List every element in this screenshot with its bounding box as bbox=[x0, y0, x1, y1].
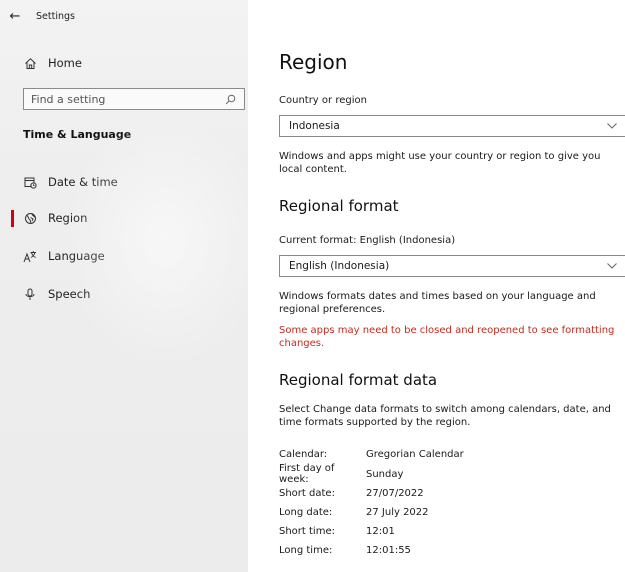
format-data-description: Select Change data formats to switch amo… bbox=[279, 404, 611, 428]
regional-format-select[interactable]: English (Indonesia) bbox=[279, 255, 625, 277]
country-description: Windows and apps might use your country … bbox=[279, 151, 601, 175]
globe-icon bbox=[23, 211, 37, 225]
format-data-key: First day of week: bbox=[279, 463, 335, 485]
title-bar: ← Settings bbox=[0, 0, 248, 32]
format-data-row: First day of week: Sunday bbox=[279, 463, 404, 485]
back-button[interactable]: ← bbox=[0, 0, 30, 32]
country-select[interactable]: Indonesia bbox=[279, 115, 625, 137]
sidebar-item-speech[interactable]: Speech bbox=[0, 283, 248, 305]
format-data-value: Gregorian Calendar bbox=[366, 448, 464, 460]
format-data-row: Long date: 27 July 2022 bbox=[279, 503, 429, 521]
regional-format-description: Windows formats dates and times based on… bbox=[279, 291, 596, 315]
format-data-value: 27 July 2022 bbox=[366, 506, 429, 518]
format-data-key: Long date: bbox=[279, 506, 333, 518]
section-title: Time & Language bbox=[23, 128, 132, 141]
format-data-row: Short date: 27/07/2022 bbox=[279, 484, 424, 502]
sidebar-home-label: Home bbox=[48, 56, 82, 70]
sidebar-item-date-time[interactable]: Date & time bbox=[0, 171, 248, 193]
regional-format-value: English (Indonesia) bbox=[289, 260, 390, 272]
back-arrow-icon: ← bbox=[9, 8, 21, 24]
main-content: Region Country or region Indonesia Windo… bbox=[279, 0, 625, 572]
format-data-key: Short date: bbox=[279, 487, 335, 499]
chevron-down-icon bbox=[605, 263, 619, 269]
microphone-icon bbox=[23, 287, 37, 301]
format-data-value: 12:01 bbox=[366, 525, 395, 537]
search-input[interactable]: Find a setting bbox=[31, 93, 222, 106]
sidebar-item-label: Language bbox=[48, 249, 105, 263]
format-data-value: 27/07/2022 bbox=[366, 487, 424, 499]
search-box[interactable]: Find a setting bbox=[23, 88, 245, 110]
format-data-key: Calendar: bbox=[279, 448, 328, 460]
search-icon[interactable] bbox=[222, 91, 238, 107]
calendar-clock-icon bbox=[23, 175, 37, 189]
country-value: Indonesia bbox=[289, 120, 340, 132]
format-data-row: Short time: 12:01 bbox=[279, 522, 395, 540]
format-data-value: Sunday bbox=[366, 468, 404, 480]
sidebar-item-home[interactable]: Home bbox=[0, 52, 248, 74]
format-data-row: Calendar: Gregorian Calendar bbox=[279, 445, 464, 463]
current-format-label: Current format: English (Indonesia) bbox=[279, 235, 456, 246]
selection-indicator bbox=[11, 209, 14, 227]
sidebar-item-language[interactable]: Language bbox=[0, 245, 248, 267]
regional-format-heading: Regional format bbox=[279, 197, 399, 215]
country-label: Country or region bbox=[279, 95, 367, 106]
page-title: Region bbox=[279, 50, 348, 74]
sidebar-item-region[interactable]: Region bbox=[0, 207, 248, 229]
app-title: Settings bbox=[36, 10, 75, 22]
formatting-warning: Some apps may need to be closed and reop… bbox=[279, 325, 615, 349]
format-data-row: Long time: 12:01:55 bbox=[279, 541, 411, 559]
format-data-key: Long time: bbox=[279, 544, 333, 556]
sidebar-item-label: Date & time bbox=[48, 175, 118, 189]
sidebar-item-label: Speech bbox=[48, 287, 91, 301]
language-icon bbox=[23, 249, 37, 263]
home-icon bbox=[23, 56, 37, 70]
chevron-down-icon bbox=[605, 123, 619, 129]
format-data-heading: Regional format data bbox=[279, 371, 438, 389]
format-data-value: 12:01:55 bbox=[366, 544, 411, 556]
sidebar-item-label: Region bbox=[48, 211, 88, 225]
sidebar: ← Settings Home Find a setting Time & La… bbox=[0, 0, 270, 572]
format-data-key: Short time: bbox=[279, 525, 335, 537]
